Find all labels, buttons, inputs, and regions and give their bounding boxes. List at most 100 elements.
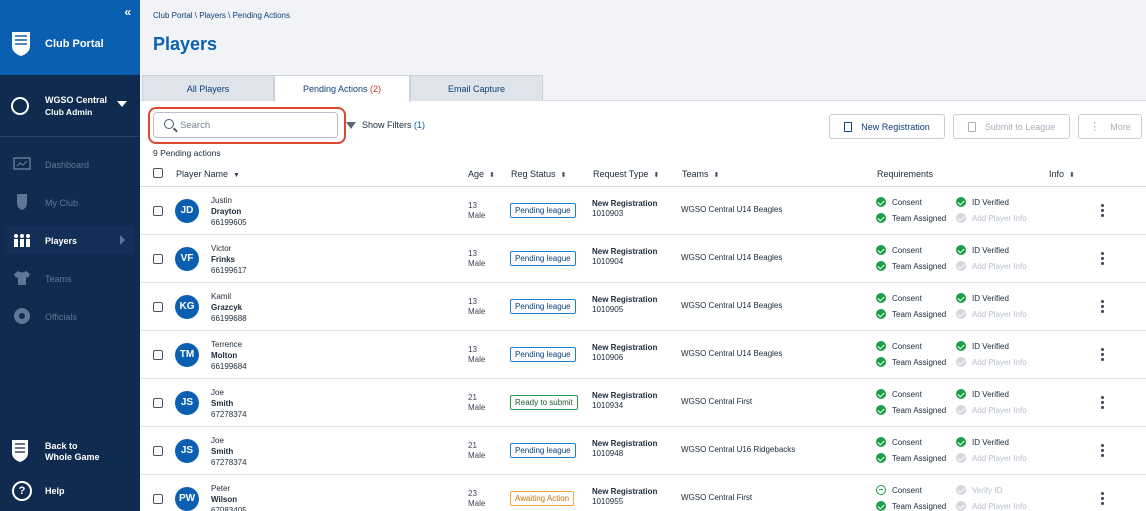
requirement-team-assigned: Team Assigned: [876, 213, 946, 223]
last-name: Smith: [211, 447, 234, 456]
breadcrumb[interactable]: Club Portal \ Players \ Pending Actions: [153, 11, 290, 20]
table-row[interactable]: PW Peter Wilson 67083405 23 Male Awaiting A…: [140, 475, 1146, 511]
player-name[interactable]: Peter Wilson 67083405: [211, 483, 247, 511]
sidebar-item-dashboard[interactable]: Dashboard: [0, 146, 140, 184]
player-name[interactable]: Victor Frinks 66199617: [211, 243, 247, 276]
tab-all-players[interactable]: All Players: [142, 75, 274, 101]
requirement-consent[interactable]: Consent: [876, 485, 922, 495]
player-id: 67083405: [211, 506, 247, 511]
more-button[interactable]: ⋮ More: [1078, 114, 1142, 139]
requirement-consent: Consent: [876, 389, 922, 399]
row-checkbox[interactable]: [153, 206, 163, 216]
tab-email-capture[interactable]: Email Capture: [410, 75, 543, 101]
status-badge: Pending league: [510, 203, 576, 218]
avatar: TM: [175, 343, 199, 367]
request-number: 1010905: [592, 305, 624, 314]
sidebar-item-players[interactable]: Players: [0, 222, 140, 260]
select-all-checkbox[interactable]: [153, 168, 163, 178]
last-name: Drayton: [211, 207, 242, 216]
age: 13: [468, 345, 477, 354]
player-name[interactable]: Kamil Grazcyk 66199688: [211, 291, 247, 324]
check-circle-icon: [876, 213, 886, 223]
table-row[interactable]: KG Kamil Grazcyk 66199688 13 Male Pending l…: [140, 283, 1146, 331]
team-cell: WGSO Central First: [681, 493, 753, 502]
team-cell: WGSO Central First: [681, 397, 753, 406]
back-label-line1: Back to: [45, 441, 78, 451]
player-id: 66199688: [211, 314, 247, 323]
requirement-verify-id[interactable]: Verify ID: [956, 485, 1002, 495]
sidebar-item-officials[interactable]: Officials: [0, 298, 140, 336]
requirement-label: Consent: [892, 342, 922, 351]
sidebar-item-teams[interactable]: Teams: [0, 260, 140, 298]
sidebar-item-my-club[interactable]: My Club: [0, 184, 140, 222]
collapse-sidebar-icon[interactable]: «: [124, 5, 131, 19]
row-menu-icon[interactable]: [1101, 396, 1105, 410]
shield-icon: [17, 194, 27, 210]
status-badge: Pending league: [510, 299, 576, 314]
player-name[interactable]: Justin Drayton 66199605: [211, 195, 247, 228]
row-menu-icon[interactable]: [1101, 204, 1105, 218]
request-type: New Registration: [592, 343, 658, 352]
player-name[interactable]: Terrence Molton 66199684: [211, 339, 247, 372]
row-checkbox[interactable]: [153, 254, 163, 264]
new-registration-button[interactable]: New Registration: [829, 114, 945, 139]
player-name[interactable]: Joe Smith 67278374: [211, 435, 247, 468]
requirement-id-verified: ID Verified: [956, 341, 1009, 351]
row-menu-icon[interactable]: [1101, 348, 1105, 362]
chevron-down-icon[interactable]: [117, 101, 127, 107]
request-type-cell: New Registration 1010906: [592, 343, 657, 363]
requirement-add-player-info[interactable]: Add Player Info: [956, 501, 1027, 511]
requirement-team-assigned: Team Assigned: [876, 501, 946, 511]
row-checkbox[interactable]: [153, 302, 163, 312]
show-filters-button[interactable]: Show Filters (1): [346, 120, 425, 130]
first-name: Peter: [211, 484, 231, 493]
last-name: Frinks: [211, 255, 236, 264]
requirement-add-player-info[interactable]: Add Player Info: [956, 309, 1027, 319]
row-menu-icon[interactable]: [1101, 492, 1105, 506]
team-cell: WGSO Central U14 Beagles: [681, 205, 783, 214]
requirement-add-player-info[interactable]: Add Player Info: [956, 405, 1027, 415]
table-row[interactable]: JS Joe Smith 67278374 21 Male Pending leagu…: [140, 427, 1146, 475]
row-checkbox[interactable]: [153, 398, 163, 408]
check-circle-icon: [876, 341, 886, 351]
requirement-label: Team Assigned: [892, 262, 947, 271]
table-row[interactable]: JD Justin Drayton 66199605 13 Male Pending …: [140, 187, 1146, 235]
column-age[interactable]: Age ⬍: [468, 169, 495, 179]
requirement-add-player-info[interactable]: Add Player Info: [956, 357, 1027, 367]
first-name: Joe: [211, 388, 224, 397]
table-row[interactable]: VF Victor Frinks 66199617 13 Male Pending l…: [140, 235, 1146, 283]
row-checkbox[interactable]: [153, 350, 163, 360]
row-menu-icon[interactable]: [1101, 252, 1105, 266]
submit-to-league-button[interactable]: Submit to League: [953, 114, 1070, 139]
table-row[interactable]: JS Joe Smith 67278374 21 Male Ready to subm…: [140, 379, 1146, 427]
requirement-add-player-info[interactable]: Add Player Info: [956, 213, 1027, 223]
column-request-type[interactable]: Request Type ⬍: [593, 169, 659, 179]
age: 13: [468, 201, 477, 210]
sidebar-item-label: Players: [45, 236, 78, 246]
player-name[interactable]: Joe Smith 67278374: [211, 387, 247, 420]
check-circle-icon: [876, 357, 886, 367]
check-circle-icon: [956, 213, 966, 223]
requirement-add-player-info[interactable]: Add Player Info: [956, 261, 1027, 271]
column-teams[interactable]: Teams ⬍: [682, 169, 719, 179]
row-checkbox[interactable]: [153, 446, 163, 456]
row-checkbox[interactable]: [153, 494, 163, 504]
club-switcher[interactable]: WGSO Central Club Admin: [0, 75, 140, 137]
row-menu-icon[interactable]: [1101, 300, 1105, 314]
avatar: VF: [175, 247, 199, 271]
requirement-label: Add Player Info: [972, 262, 1027, 271]
filter-count: (1): [414, 120, 426, 130]
column-player-name[interactable]: Player Name ▼: [176, 169, 240, 179]
column-reg-status[interactable]: Reg Status ⬍: [511, 169, 566, 179]
back-to-whole-game[interactable]: Back to Whole Game: [0, 436, 140, 472]
table-row[interactable]: TM Terrence Molton 66199684 13 Male Pending…: [140, 331, 1146, 379]
requirement-add-player-info[interactable]: Add Player Info: [956, 453, 1027, 463]
club-name: WGSO Central: [45, 95, 108, 105]
column-info[interactable]: Info ⬍: [1049, 169, 1075, 179]
request-type: New Registration: [592, 295, 658, 304]
tab-pending-actions[interactable]: Pending Actions (2): [274, 75, 410, 102]
check-circle-icon: [876, 437, 886, 447]
row-menu-icon[interactable]: [1101, 444, 1105, 458]
help-link[interactable]: ? Help: [0, 480, 140, 504]
club-role: Club Admin: [45, 107, 93, 117]
